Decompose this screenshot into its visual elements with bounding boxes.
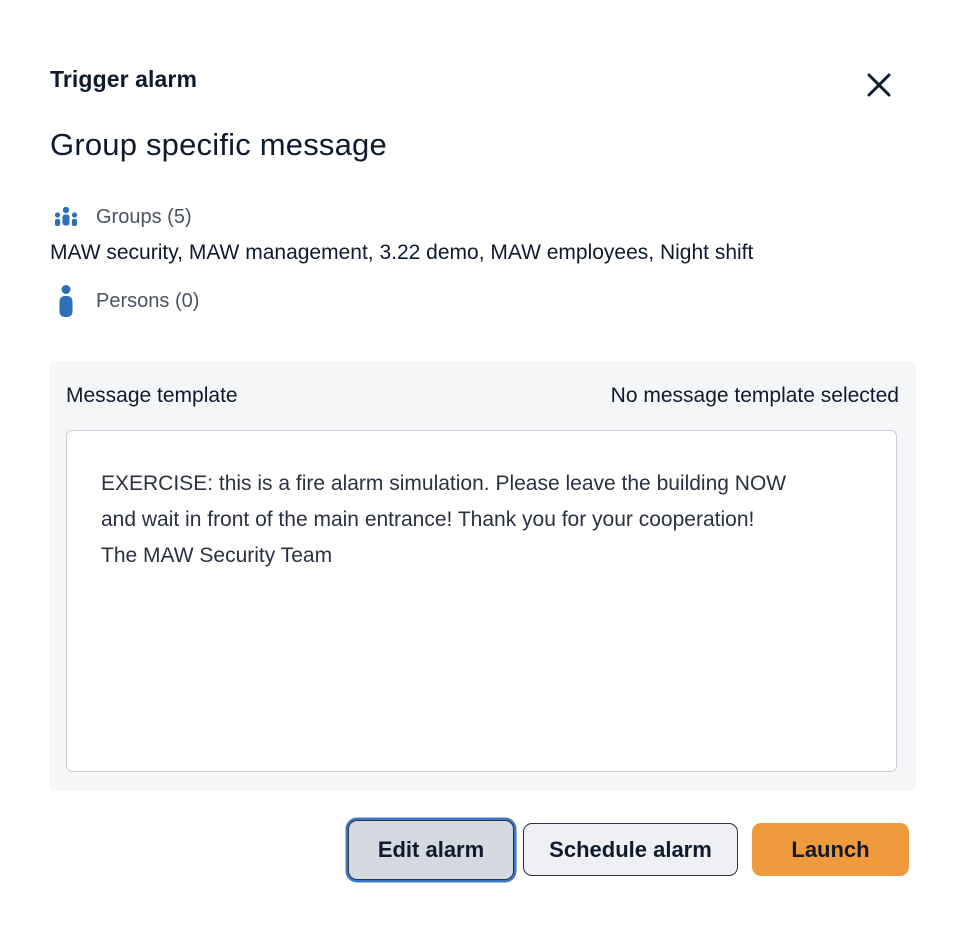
edit-alarm-button[interactable]: Edit alarm (348, 820, 514, 880)
launch-label: Launch (791, 836, 870, 862)
persons-count: (0) (174, 289, 200, 312)
dialog-title: Trigger alarm (50, 66, 198, 92)
trigger-alarm-dialog: Trigger alarm Group specific message Gro… (0, 0, 960, 929)
launch-button[interactable]: Launch (752, 823, 909, 876)
message-textarea[interactable]: EXERCISE: this is a fire alarm simulatio… (66, 430, 897, 772)
schedule-alarm-button[interactable]: Schedule alarm (523, 823, 738, 876)
edit-alarm-label: Edit alarm (377, 837, 485, 862)
persons-label: Persons (96, 289, 170, 312)
close-icon (867, 73, 891, 97)
schedule-alarm-label: Schedule alarm (549, 836, 712, 862)
message-template-status: No message template selected (610, 384, 899, 407)
groups-summary: Groups (5) (52, 202, 192, 232)
message-template-panel: Message template No message template sel… (49, 361, 916, 791)
persons-summary: Persons (0) (52, 285, 200, 317)
page-title: Group specific message (50, 127, 387, 162)
person-icon (52, 285, 82, 317)
groups-label: Groups (96, 205, 162, 228)
message-text: EXERCISE: this is a fire alarm simulatio… (101, 472, 787, 567)
message-template-label: Message template (66, 384, 238, 407)
groups-list: MAW security, MAW management, 3.22 demo,… (50, 241, 754, 264)
close-button[interactable] (862, 68, 896, 102)
groups-count: (5) (167, 205, 192, 228)
groups-icon (52, 202, 82, 232)
